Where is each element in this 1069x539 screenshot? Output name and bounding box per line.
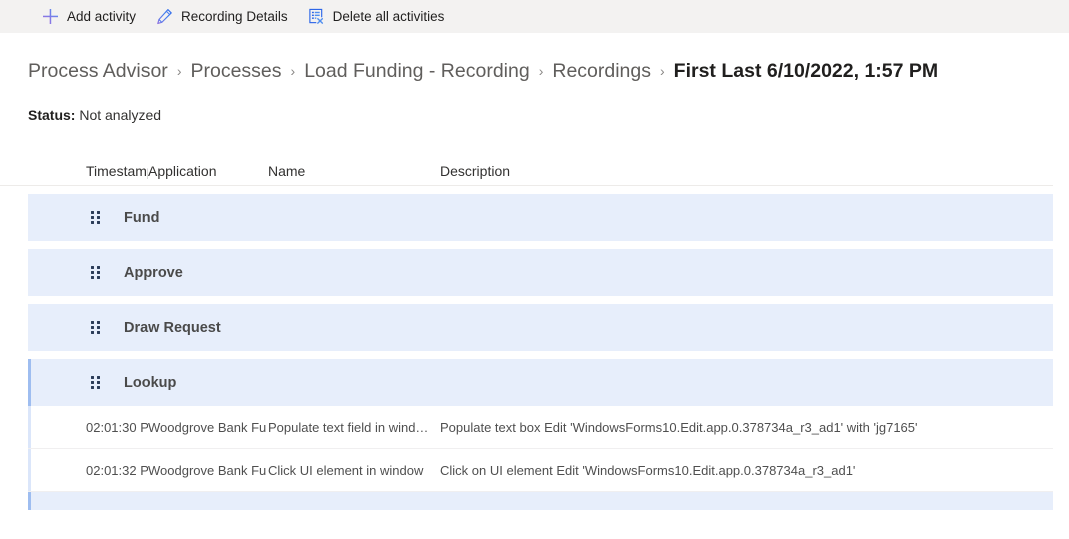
status-value: Not analyzed: [79, 107, 162, 123]
group-row-name: Fund: [124, 209, 160, 226]
add-activity-button[interactable]: Add activity: [32, 0, 146, 33]
table-row-group-partial[interactable]: [28, 492, 1053, 510]
table-row-group[interactable]: Fund: [28, 194, 1053, 241]
column-header-name[interactable]: Name: [268, 163, 440, 185]
group-row-name: Lookup: [124, 374, 177, 391]
add-activity-label: Add activity: [67, 8, 137, 24]
drag-handle-icon[interactable]: [91, 210, 101, 226]
breadcrumb-item-processes[interactable]: Processes: [190, 60, 281, 83]
group-row-name: Draw Request: [124, 319, 221, 336]
cell-name: Click UI element in window: [268, 462, 424, 478]
breadcrumb: Process Advisor › Processes › Load Fundi…: [0, 55, 1069, 87]
activities-table: Timestamp Application Name Description F…: [0, 158, 1069, 510]
delete-all-activities-label: Delete all activities: [332, 8, 445, 24]
table-row[interactable]: 02:01:30 PM Woodgrove Bank Fu Populate t…: [28, 406, 1053, 449]
status-label: Status:: [28, 107, 76, 123]
delete-list-icon: [308, 8, 325, 25]
pencil-icon: [156, 8, 173, 25]
table-row-group[interactable]: Lookup: [28, 359, 1053, 406]
breadcrumb-item-load-funding-recording[interactable]: Load Funding - Recording: [304, 60, 529, 83]
table-row[interactable]: 02:01:32 PM Woodgrove Bank Fu Click UI e…: [28, 449, 1053, 492]
table-header-row: Timestamp Application Name Description: [0, 158, 1053, 186]
cell-description: Click on UI element Edit 'WindowsForms10…: [440, 462, 856, 478]
cell-timestamp: 02:01:32 PM: [86, 462, 148, 478]
cell-description: Populate text box Edit 'WindowsForms10.E…: [440, 419, 918, 435]
column-header-timestamp[interactable]: Timestamp: [28, 163, 148, 185]
cell-application: Woodgrove Bank Fu: [148, 419, 267, 435]
breadcrumb-item-current: First Last 6/10/2022, 1:57 PM: [673, 59, 939, 82]
page-body: Process Advisor › Processes › Load Fundi…: [0, 55, 1069, 510]
cell-application: Woodgrove Bank Fu: [148, 462, 267, 478]
group-row-name: Approve: [124, 264, 183, 281]
table-row-group[interactable]: Approve: [28, 249, 1053, 296]
drag-handle-icon[interactable]: [91, 265, 101, 281]
breadcrumb-item-process-advisor[interactable]: Process Advisor: [28, 60, 168, 83]
column-header-application[interactable]: Application: [148, 163, 268, 185]
command-bar: Add activity Recording Details Delete al…: [0, 0, 1069, 33]
breadcrumb-item-recordings[interactable]: Recordings: [552, 60, 651, 83]
table-row-group[interactable]: Draw Request: [28, 304, 1053, 351]
breadcrumb-separator: ›: [176, 63, 182, 79]
breadcrumb-separator: ›: [538, 63, 544, 79]
column-header-description[interactable]: Description: [440, 163, 1053, 185]
cell-name: Populate text field in wind…: [268, 419, 429, 435]
plus-icon: [42, 8, 59, 25]
breadcrumb-separator: ›: [290, 63, 296, 79]
drag-handle-icon[interactable]: [91, 375, 101, 391]
recording-details-label: Recording Details: [181, 8, 288, 24]
cell-timestamp: 02:01:30 PM: [86, 419, 148, 435]
status-line: Status: Not analyzed: [0, 107, 1069, 125]
recording-details-button[interactable]: Recording Details: [146, 0, 298, 33]
drag-handle-icon[interactable]: [91, 320, 101, 336]
delete-all-activities-button[interactable]: Delete all activities: [298, 0, 455, 33]
breadcrumb-separator: ›: [660, 63, 665, 79]
